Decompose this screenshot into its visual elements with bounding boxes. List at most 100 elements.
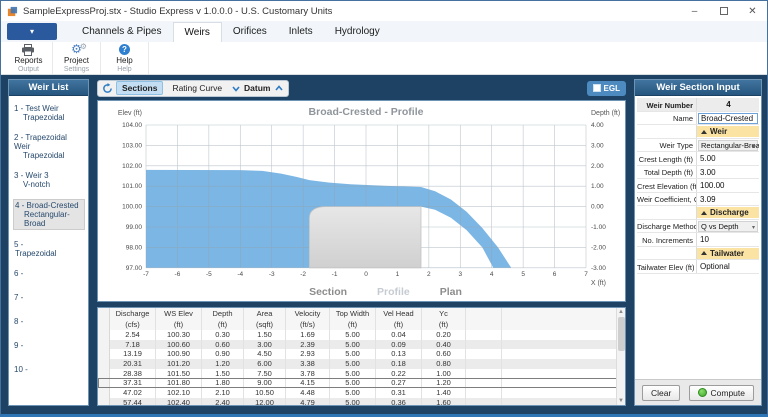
table-cell: 0.13 — [376, 349, 422, 359]
compute-icon — [698, 388, 707, 397]
property-value[interactable]: 100.00 — [697, 179, 759, 192]
compute-button[interactable]: Compute — [689, 385, 755, 401]
table-units-row: (cfs)(ft)(ft)(sqft)(ft/s)(ft)(ft)(ft) — [98, 319, 625, 330]
refresh-icon[interactable] — [102, 83, 113, 94]
svg-text:104.00: 104.00 — [122, 122, 142, 129]
row-selector[interactable] — [98, 388, 110, 398]
property-value[interactable]: 3.09 — [697, 193, 759, 206]
table-vertical-scrollbar[interactable]: ▲ ▼ — [616, 308, 625, 405]
table-row[interactable]: 57.44102.402.4012.004.795.000.361.60 — [98, 398, 625, 406]
weir-list-item-label: 8 - — [14, 317, 84, 326]
svg-text:0.00: 0.00 — [591, 204, 604, 211]
weir-list-item-type: V-notch — [14, 180, 84, 189]
egl-toggle[interactable]: EGL — [587, 81, 626, 96]
row-selector[interactable] — [98, 349, 110, 359]
row-selector[interactable] — [98, 398, 110, 406]
ribbon-tab-weirs[interactable]: Weirs — [173, 22, 222, 42]
weir-list-item-type: Trapezoidal — [14, 249, 84, 258]
row-selector[interactable] — [98, 330, 110, 340]
row-selector[interactable] — [98, 369, 110, 379]
file-backstage-button[interactable]: ▾ — [7, 23, 57, 40]
svg-text:3: 3 — [458, 271, 462, 278]
table-cell: Discharge — [110, 308, 156, 319]
close-icon[interactable]: ✕ — [738, 1, 767, 21]
table-cell: 0.20 — [422, 330, 466, 340]
sections-tab[interactable]: Sections — [116, 81, 163, 95]
ribbon-tab-orifices[interactable]: Orifices — [222, 22, 278, 42]
weir-list-item[interactable]: 2 - Trapezoidal WeirTrapezoidal — [13, 132, 85, 161]
table-row[interactable]: 20.31101.201.206.003.385.000.180.80 — [98, 359, 625, 369]
scroll-up-icon[interactable]: ▲ — [618, 308, 624, 316]
weir-list-item[interactable]: 3 - Weir 3V-notch — [13, 170, 85, 190]
window-title: SampleExpressProj.stx - Studio Express v… — [23, 6, 332, 17]
property-value[interactable]: 10 — [697, 233, 759, 246]
view-link-section[interactable]: Section — [309, 286, 347, 298]
property-value[interactable]: Optional — [697, 260, 759, 273]
ribbon-tab-channels-pipes[interactable]: Channels & Pipes — [71, 22, 173, 42]
weir-list-item[interactable]: 1 - Test WeirTrapezoidal — [13, 103, 85, 123]
table-cell-empty — [466, 378, 502, 388]
weir-list-item[interactable]: 4 - Broad-CrestedRectangular-Broad — [13, 199, 85, 230]
table-cell-empty — [466, 308, 502, 319]
table-cell: 0.40 — [422, 340, 466, 350]
property-value[interactable]: 3.00 — [697, 166, 759, 179]
row-selector[interactable] — [98, 319, 110, 330]
weir-list-item[interactable]: 6 - — [13, 268, 85, 279]
row-selector[interactable] — [98, 359, 110, 369]
maximize-icon[interactable] — [709, 1, 738, 21]
datum-down-icon[interactable] — [231, 84, 241, 93]
table-cell-empty — [466, 398, 502, 406]
table-cell: 0.80 — [422, 359, 466, 369]
weir-list-item[interactable]: 5 -Trapezoidal — [13, 239, 85, 259]
ribbon-tab-hydrology[interactable]: Hydrology — [324, 22, 391, 42]
weir-block — [309, 207, 421, 268]
table-cell: 2.10 — [202, 388, 244, 398]
table-row[interactable]: 28.38101.501.507.503.785.000.221.00 — [98, 369, 625, 379]
table-cell: 12.00 — [244, 398, 286, 406]
weir-list-item[interactable]: 8 - — [13, 316, 85, 327]
table-row[interactable]: 13.19100.900.904.502.935.000.130.60 — [98, 349, 625, 359]
svg-text:101.00: 101.00 — [122, 183, 142, 190]
table-row[interactable]: 37.31101.801.809.004.155.000.271.20 — [98, 378, 625, 388]
property-row-name: NameBroad-Crested — [637, 112, 759, 126]
table-row[interactable]: 7.18100.600.603.002.395.000.090.40 — [98, 340, 625, 350]
egl-checkbox[interactable] — [593, 84, 601, 92]
property-label: Weir Coefficient, Cw — [637, 193, 697, 206]
help-button[interactable]: ? Help — [116, 43, 132, 65]
weir-section-input-panel: Weir Section Input Weir Number4NameBroad… — [634, 79, 762, 406]
scroll-down-icon[interactable]: ▼ — [618, 397, 624, 405]
dropdown-weir-type[interactable]: Rectangular-Broad▾ — [698, 140, 758, 151]
table-row[interactable]: 2.54100.300.301.501.695.000.040.20 — [98, 330, 625, 340]
svg-text:6: 6 — [553, 271, 557, 278]
table-cell: 101.50 — [156, 369, 202, 379]
ribbon-tab-inlets[interactable]: Inlets — [278, 22, 324, 42]
svg-text:4: 4 — [490, 271, 494, 278]
scrollbar-thumb[interactable] — [618, 317, 625, 351]
dropdown-discharge-method[interactable]: Q vs Depth▾ — [698, 221, 758, 232]
rating-curve-tab[interactable]: Rating Curve — [166, 81, 228, 95]
name-input[interactable]: Broad-Crested — [698, 113, 758, 124]
weir-list-item[interactable]: 10 - — [13, 364, 85, 375]
reports-button[interactable]: Reports — [14, 43, 42, 65]
property-value[interactable]: 5.00 — [697, 152, 759, 165]
clear-button[interactable]: Clear — [642, 385, 680, 401]
section-band-weir[interactable]: Weir — [697, 126, 759, 137]
table-row[interactable]: 47.02102.102.1010.504.485.000.311.40 — [98, 388, 625, 398]
row-selector[interactable] — [98, 378, 110, 388]
datum-up-icon[interactable] — [274, 84, 284, 93]
svg-text:5: 5 — [521, 271, 525, 278]
row-selector[interactable] — [98, 340, 110, 350]
svg-text:Elev (ft): Elev (ft) — [118, 110, 142, 117]
section-band-tailwater[interactable]: Tailwater — [697, 248, 759, 259]
weir-list-item[interactable]: 9 - — [13, 340, 85, 351]
section-band-discharge[interactable]: Discharge — [697, 207, 759, 218]
table-cell: (ft/s) — [286, 319, 330, 330]
weir-input-header: Weir Section Input — [635, 80, 761, 96]
row-selector[interactable] — [98, 308, 110, 319]
view-link-plan[interactable]: Plan — [440, 286, 462, 298]
property-row-weir-coefficient-cw: Weir Coefficient, Cw3.09 — [637, 193, 759, 207]
weir-list-item[interactable]: 7 - — [13, 292, 85, 303]
minimize-icon[interactable]: – — [680, 1, 709, 21]
chevron-down-icon: ▾ — [752, 223, 755, 233]
project-button[interactable]: ⚙ ⚙ Project — [64, 43, 89, 65]
